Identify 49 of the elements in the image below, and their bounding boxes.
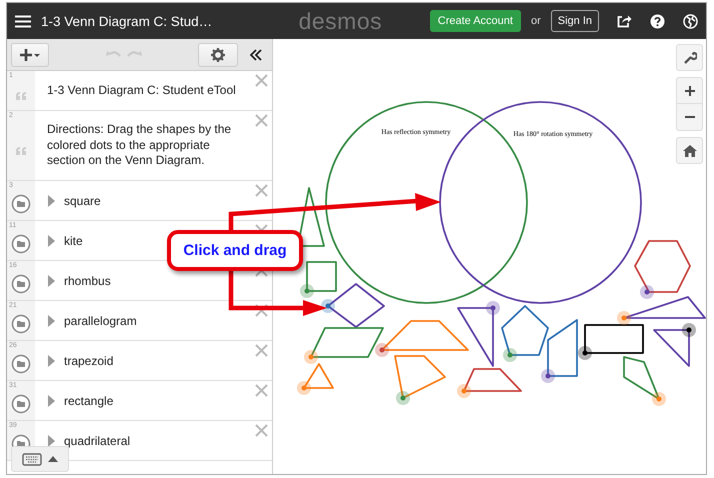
caret-right-icon[interactable] bbox=[47, 394, 56, 406]
plus-icon bbox=[684, 84, 696, 96]
close-icon[interactable] bbox=[255, 304, 268, 317]
folder-name: kite bbox=[64, 234, 83, 248]
quote-icon bbox=[16, 146, 26, 154]
caret-right-icon[interactable] bbox=[47, 354, 56, 366]
caret-right-icon[interactable] bbox=[47, 194, 56, 206]
folder-icon bbox=[11, 354, 31, 374]
home-icon bbox=[682, 144, 696, 156]
folder-name: trapezoid bbox=[64, 354, 114, 368]
gear-icon bbox=[211, 48, 225, 62]
plus-caret-icon bbox=[19, 48, 41, 62]
folder-icon bbox=[11, 234, 31, 254]
folder-icon bbox=[11, 194, 31, 214]
add-button[interactable] bbox=[11, 42, 49, 66]
caret-right-icon[interactable] bbox=[47, 434, 56, 446]
wrench-button[interactable] bbox=[676, 44, 703, 71]
sign-in-button[interactable]: Sign In bbox=[550, 10, 599, 32]
menu-icon[interactable] bbox=[15, 14, 31, 28]
wrench-icon bbox=[682, 50, 696, 64]
shape-drawing[interactable] bbox=[321, 283, 385, 328]
caret-right-icon[interactable] bbox=[47, 234, 56, 246]
shape-drawing[interactable] bbox=[653, 323, 696, 367]
settings-button[interactable] bbox=[198, 42, 238, 66]
folder-name: rectangle bbox=[64, 394, 114, 408]
caret-up-icon bbox=[48, 456, 58, 462]
folder-name: parallelogram bbox=[64, 314, 137, 328]
keyboard-icon bbox=[22, 452, 42, 466]
folder-icon bbox=[11, 394, 31, 414]
folder-icon bbox=[11, 314, 31, 334]
note-text: Directions: Drag the shapes by the colored dots to the appropriate section on the Venn Diagram. bbox=[47, 122, 232, 169]
folder-name: rhombus bbox=[64, 274, 111, 288]
note-text: 1-3 Venn Diagram C: Student eTool bbox=[47, 82, 237, 98]
zoom-in-button[interactable] bbox=[676, 77, 703, 104]
graph-title: 1-3 Venn Diagram C: Stud… bbox=[41, 14, 214, 28]
logo: desmos bbox=[298, 8, 384, 34]
folder-name: square bbox=[64, 194, 101, 208]
folder-name: quadrilateral bbox=[64, 434, 130, 448]
shape-drawing[interactable] bbox=[578, 324, 644, 360]
shape-drawing[interactable] bbox=[457, 301, 500, 367]
home-button[interactable] bbox=[676, 137, 703, 164]
caret-right-icon[interactable] bbox=[47, 314, 56, 326]
zoom-out-button[interactable] bbox=[676, 104, 703, 131]
or-text: or bbox=[530, 15, 541, 27]
shape-drawing[interactable] bbox=[617, 296, 706, 325]
caret-right-icon[interactable] bbox=[47, 274, 56, 286]
keyboard-button[interactable] bbox=[11, 446, 69, 472]
quote-icon bbox=[16, 92, 26, 100]
folder-icon bbox=[11, 274, 31, 294]
